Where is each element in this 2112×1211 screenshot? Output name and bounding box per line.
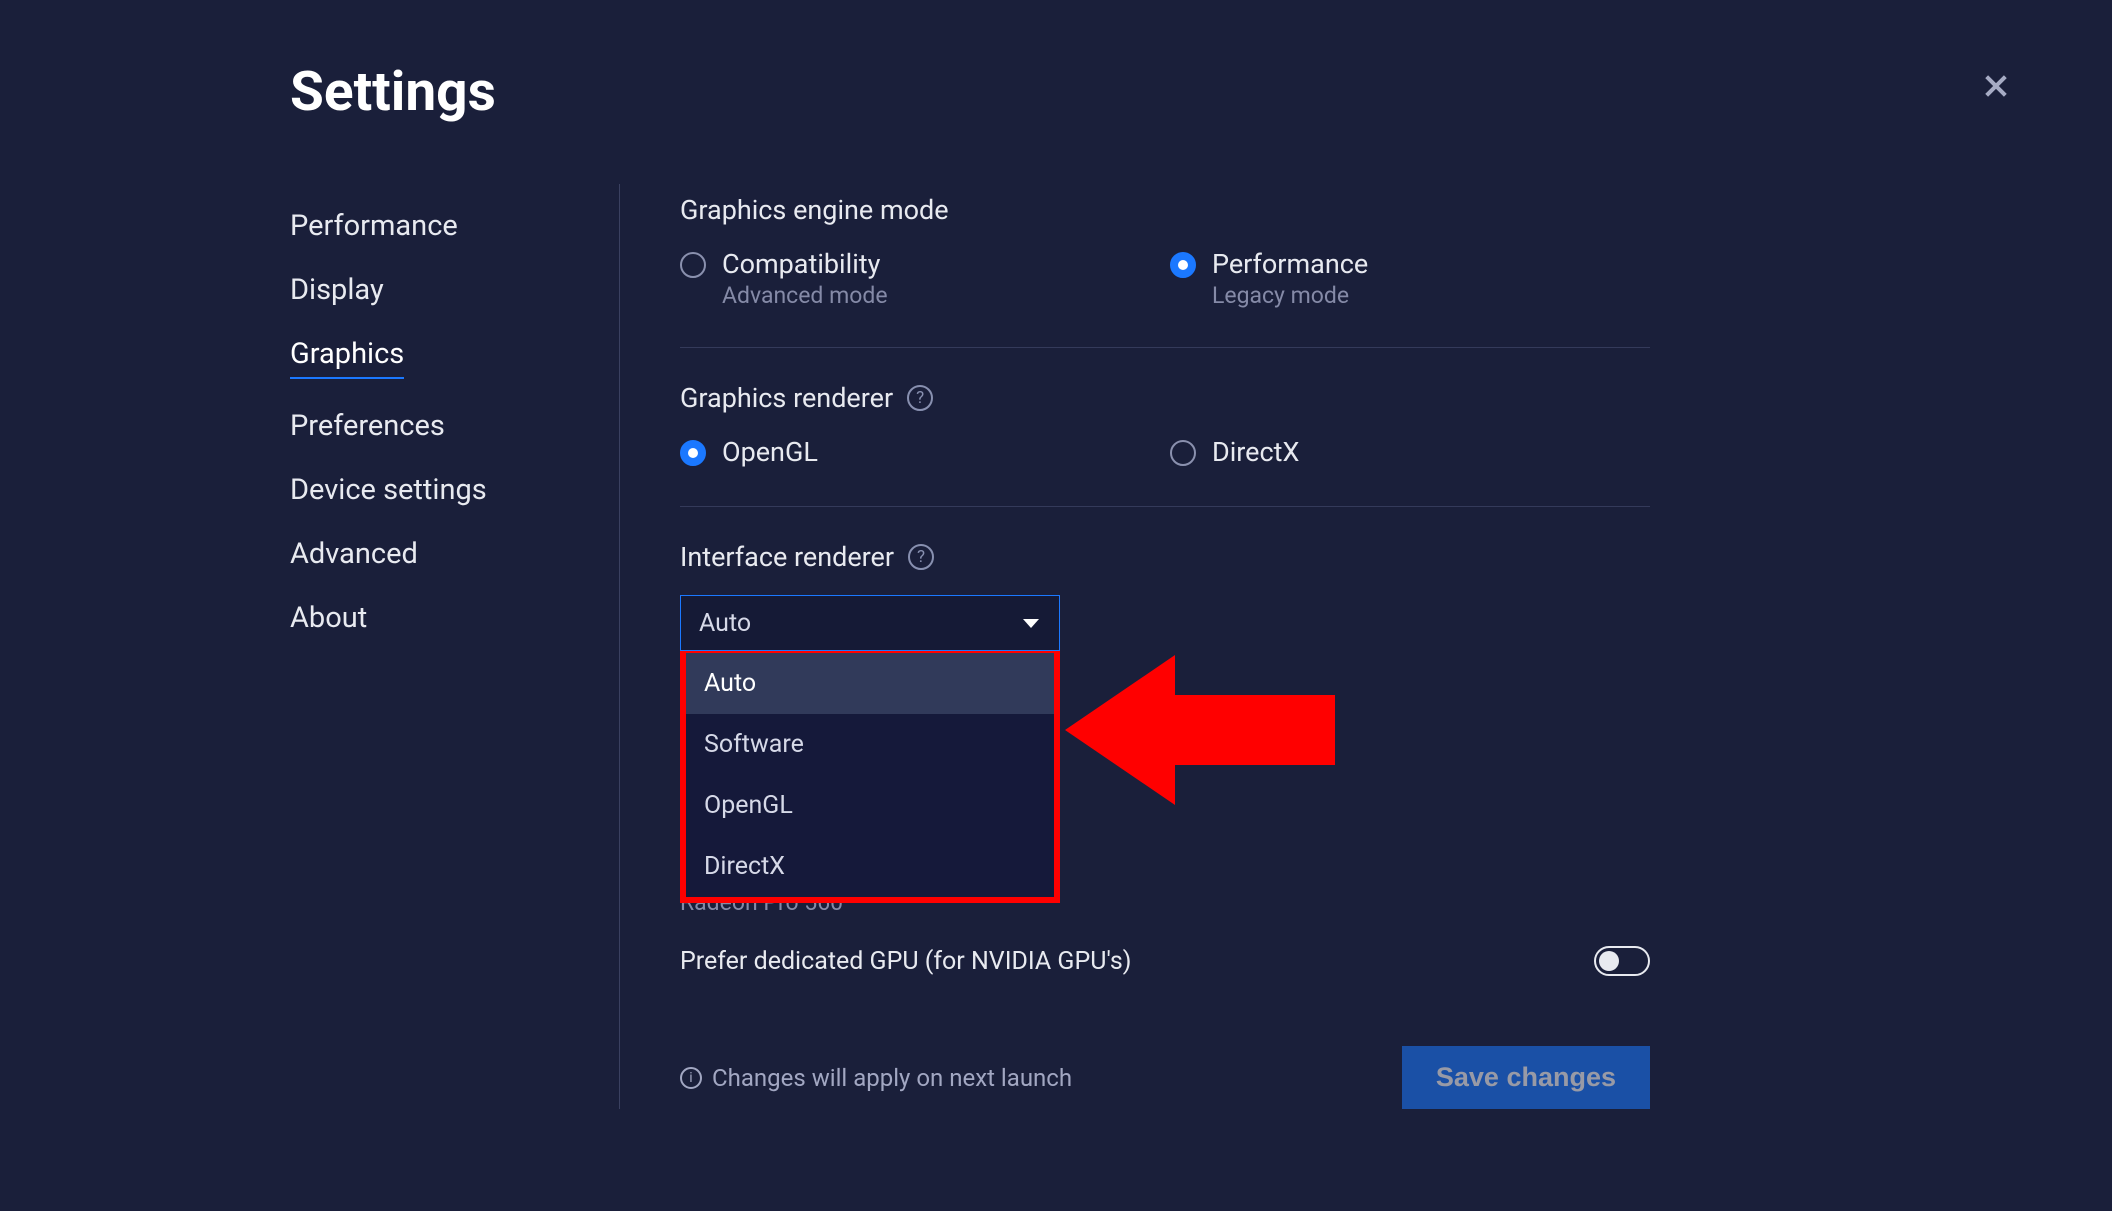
info-icon: i <box>680 1067 702 1089</box>
sidebar-item-label: Device settings <box>290 473 487 507</box>
engine-mode-group: Compatibility Advanced mode Performance … <box>680 248 1650 309</box>
sidebar: Performance Display Graphics Preferences… <box>290 184 620 1109</box>
page-title: Settings <box>290 60 2032 124</box>
sidebar-item-label: About <box>290 601 367 635</box>
footer-note: i Changes will apply on next launch <box>680 1064 1072 1092</box>
radio-label: Performance <box>1212 248 1368 280</box>
interface-renderer-select[interactable]: Auto <box>680 595 1060 651</box>
sidebar-item-label: Graphics <box>290 337 404 379</box>
sidebar-item-about[interactable]: About <box>290 586 619 650</box>
sidebar-item-graphics[interactable]: Graphics <box>290 322 619 394</box>
radio-text: Performance Legacy mode <box>1212 248 1368 309</box>
main-content: Graphics engine mode Compatibility Advan… <box>620 184 1650 1109</box>
radio-sublabel: Legacy mode <box>1212 282 1368 309</box>
sidebar-item-label: Performance <box>290 209 458 243</box>
sidebar-item-display[interactable]: Display <box>290 258 619 322</box>
sidebar-item-label: Display <box>290 273 384 307</box>
prefer-gpu-toggle[interactable] <box>1594 946 1650 976</box>
footer: i Changes will apply on next launch Save… <box>680 1046 1650 1109</box>
divider <box>680 506 1650 507</box>
arrow-left-icon <box>1065 645 1345 815</box>
renderer-directx[interactable]: DirectX <box>1170 436 1650 468</box>
select-value: Auto <box>699 609 751 638</box>
section-title-label: Interface renderer <box>680 541 894 573</box>
prefer-gpu-row: Prefer dedicated GPU (for NVIDIA GPU's) <box>680 946 1650 976</box>
help-icon[interactable]: ? <box>907 385 933 411</box>
sidebar-item-performance[interactable]: Performance <box>290 194 619 258</box>
dropdown-option-directx[interactable]: DirectX <box>686 836 1054 897</box>
sidebar-item-label: Advanced <box>290 537 418 571</box>
renderer-opengl[interactable]: OpenGL <box>680 436 1160 468</box>
engine-mode-performance[interactable]: Performance Legacy mode <box>1170 248 1650 309</box>
engine-mode-title: Graphics engine mode <box>680 194 1650 226</box>
radio-icon <box>680 252 706 278</box>
dropdown-option-software[interactable]: Software <box>686 714 1054 775</box>
sidebar-item-label: Preferences <box>290 409 445 443</box>
radio-label: OpenGL <box>722 436 818 468</box>
close-icon <box>1980 70 2012 102</box>
dropdown-option-auto[interactable]: Auto <box>686 653 1054 714</box>
graphics-renderer-group: OpenGL DirectX <box>680 436 1650 468</box>
radio-icon <box>680 440 706 466</box>
section-title-label: Graphics renderer <box>680 382 893 414</box>
divider <box>680 347 1650 348</box>
radio-label: Compatibility <box>722 248 888 280</box>
close-button[interactable] <box>1980 70 2012 102</box>
interface-renderer-select-wrap: Auto Auto Software OpenGL DirectX <box>680 595 1060 651</box>
section-title-label: Graphics engine mode <box>680 194 949 226</box>
help-icon[interactable]: ? <box>908 544 934 570</box>
engine-mode-compatibility[interactable]: Compatibility Advanced mode <box>680 248 1160 309</box>
interface-renderer-title: Interface renderer ? <box>680 541 1650 573</box>
dropdown-option-opengl[interactable]: OpenGL <box>686 775 1054 836</box>
radio-icon <box>1170 440 1196 466</box>
sidebar-item-device-settings[interactable]: Device settings <box>290 458 619 522</box>
radio-text: Compatibility Advanced mode <box>722 248 888 309</box>
radio-icon <box>1170 252 1196 278</box>
radio-text: DirectX <box>1212 436 1299 468</box>
caret-down-icon <box>1023 619 1039 628</box>
interface-renderer-dropdown: Auto Software OpenGL DirectX <box>680 651 1060 903</box>
sidebar-item-advanced[interactable]: Advanced <box>290 522 619 586</box>
graphics-renderer-title: Graphics renderer ? <box>680 382 1650 414</box>
footer-note-text: Changes will apply on next launch <box>712 1064 1072 1092</box>
sidebar-item-preferences[interactable]: Preferences <box>290 394 619 458</box>
radio-sublabel: Advanced mode <box>722 282 888 309</box>
radio-text: OpenGL <box>722 436 818 468</box>
prefer-gpu-label: Prefer dedicated GPU (for NVIDIA GPU's) <box>680 947 1131 976</box>
save-button[interactable]: Save changes <box>1402 1046 1650 1109</box>
radio-label: DirectX <box>1212 436 1299 468</box>
